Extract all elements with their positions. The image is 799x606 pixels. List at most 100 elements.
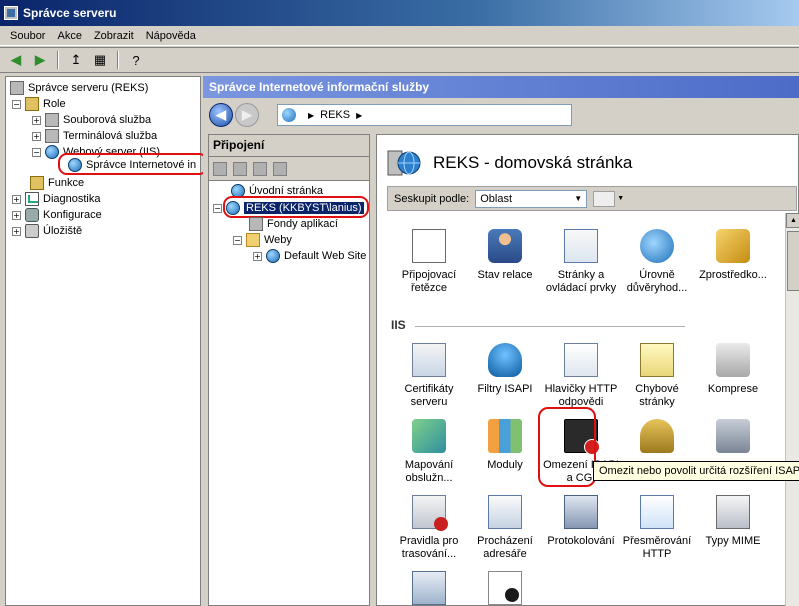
back-button[interactable]: ◀ <box>209 103 233 127</box>
website-icon <box>266 249 280 263</box>
breadcrumb-server[interactable]: REKS <box>320 109 350 121</box>
vertical-scrollbar[interactable]: ▲ <box>785 213 799 606</box>
section-divider <box>415 326 685 327</box>
toolbar: ◀ ▶ ↥ ▦ ? <box>0 47 799 73</box>
session-state-icon <box>488 229 522 263</box>
group-by-select[interactable]: Oblast ▼ <box>475 189 588 208</box>
forward-arrow-icon[interactable]: ▶ <box>30 50 50 70</box>
breadcrumb-arrow-icon[interactable]: ▶ <box>356 111 362 120</box>
tree-label: Fondy aplikací <box>267 218 338 230</box>
save-icon[interactable] <box>233 161 247 176</box>
dropdown-arrow-icon[interactable]: ▼ <box>617 195 624 202</box>
back-arrow-icon[interactable]: ◀ <box>6 50 26 70</box>
server-manager-tree: Správce serveru (REKS) − Role + Souborov… <box>5 76 208 606</box>
tree-item-terminal-service[interactable]: + Terminálová služba <box>32 128 157 144</box>
feature-output-caching[interactable] <box>467 571 543 606</box>
feature-label: Moduly <box>487 459 523 471</box>
feature-modules[interactable]: Moduly <box>467 419 543 472</box>
feature-label: Zprostředko... <box>699 269 767 281</box>
collapse-icon[interactable]: − <box>233 235 242 245</box>
expand-icon[interactable]: + <box>12 210 21 220</box>
feature-label: Komprese <box>707 383 759 395</box>
toolbar-separator <box>57 51 59 69</box>
menu-action[interactable]: Akce <box>51 28 87 44</box>
help-icon[interactable]: ? <box>126 50 146 70</box>
collapse-icon[interactable]: − <box>32 147 41 157</box>
group-by-bar: Seskupit podle: Oblast ▼ ▼ <box>387 186 797 211</box>
expand-icon[interactable]: + <box>12 226 21 236</box>
feature-default-document[interactable] <box>391 571 467 606</box>
feature-label: Stav relace <box>477 269 533 281</box>
disconnect-icon[interactable] <box>273 161 287 176</box>
scroll-thumb[interactable] <box>787 231 799 291</box>
tree-item-configuration[interactable]: + Konfigurace <box>12 207 102 223</box>
conn-item-sites[interactable]: − Weby <box>233 232 292 248</box>
conn-item-app-pools[interactable]: Fondy aplikací <box>249 216 338 232</box>
breadcrumb-arrow-icon[interactable]: ▶ <box>308 111 314 120</box>
feature-label: Přesměrování HTTP <box>622 535 692 560</box>
feature-handler-mappings[interactable]: Mapování obslužn... <box>391 419 467 485</box>
app-pool-icon <box>249 217 263 231</box>
feature-providers[interactable]: Zprostředko... <box>695 229 771 282</box>
feature-pages-controls[interactable]: Stránky a ovládací prvky <box>543 229 619 295</box>
up-folder-icon[interactable]: ↥ <box>66 50 86 70</box>
authentication-icon <box>716 419 750 453</box>
title-bar: Správce serveru <box>0 0 799 26</box>
menu-file[interactable]: Soubor <box>4 28 51 44</box>
tree-label: Úložiště <box>43 225 83 237</box>
collapse-icon[interactable]: − <box>213 203 222 213</box>
expand-icon[interactable]: + <box>32 131 41 141</box>
feature-logging[interactable]: Protokolování <box>543 495 619 548</box>
feature-http-response-headers[interactable]: Hlavičky HTTP odpovědi <box>543 343 619 409</box>
feature-label: Procházení adresáře <box>477 535 533 560</box>
directory-browsing-icon <box>488 495 522 529</box>
feature-isapi-filters[interactable]: Filtry ISAPI <box>467 343 543 396</box>
feature-trust-levels[interactable]: Úrovně důvěryhod... <box>619 229 695 295</box>
tree-item-storage[interactable]: + Úložiště <box>12 223 82 239</box>
menu-help[interactable]: Nápověda <box>140 28 202 44</box>
view-mode-button[interactable] <box>593 190 616 207</box>
feature-error-pages[interactable]: Chybové stránky <box>619 343 695 409</box>
feature-ssl-settings[interactable] <box>619 419 695 459</box>
http-headers-icon <box>564 343 598 377</box>
menu-view[interactable]: Zobrazit <box>88 28 140 44</box>
show-hide-tree-icon[interactable]: ▦ <box>90 50 110 70</box>
feature-session-state[interactable]: Stav relace <box>467 229 543 282</box>
scroll-up-icon[interactable]: ▲ <box>786 213 799 228</box>
up-icon[interactable] <box>253 161 267 176</box>
server-manager-icon <box>4 6 18 20</box>
expand-icon[interactable]: + <box>32 115 41 125</box>
feature-authentication[interactable] <box>695 419 771 459</box>
error-pages-icon <box>640 343 674 377</box>
tree-item-root[interactable]: Správce serveru (REKS) <box>10 80 148 96</box>
diagnostics-icon <box>25 192 39 206</box>
feature-compression[interactable]: Komprese <box>695 343 771 396</box>
feature-http-redirect[interactable]: Přesměrování HTTP <box>619 495 695 561</box>
connections-title: Připojení <box>209 135 369 157</box>
tree-item-file-service[interactable]: + Souborová služba <box>32 112 151 128</box>
connections-panel: Připojení Úvodní stránka − REKS (KKBYST\… <box>208 134 370 606</box>
forward-button[interactable]: ▶ <box>235 103 259 127</box>
connect-icon[interactable] <box>213 161 227 176</box>
feature-connection-strings[interactable]: Připojovací řetězce <box>391 229 467 295</box>
feature-server-certificates[interactable]: Certifikáty serveru <box>391 343 467 409</box>
tree-label: Konfigurace <box>43 209 102 221</box>
collapse-icon[interactable]: − <box>12 99 21 109</box>
feature-mime-types[interactable]: Typy MIME <box>695 495 771 548</box>
tree-label: Terminálová služba <box>63 130 158 142</box>
expand-icon[interactable]: + <box>12 194 21 204</box>
tree-item-roles[interactable]: − Role <box>12 96 66 112</box>
feature-failed-request-tracing[interactable]: Pravidla pro trasování... <box>391 495 467 561</box>
expand-icon[interactable]: + <box>253 251 262 261</box>
features-view: Připojovací řetězce Stav relace Stránky … <box>387 213 785 606</box>
address-box[interactable]: ▶ REKS ▶ <box>277 104 572 126</box>
certificate-icon <box>412 343 446 377</box>
tree-item-diagnostics[interactable]: + Diagnostika <box>12 191 100 207</box>
tree-item-features[interactable]: Funkce <box>30 175 84 191</box>
trust-levels-icon <box>640 229 674 263</box>
file-service-icon <box>45 113 59 127</box>
conn-item-default-site[interactable]: + Default Web Site <box>253 248 366 264</box>
feature-directory-browsing[interactable]: Procházení adresáře <box>467 495 543 561</box>
features-icon <box>30 176 44 190</box>
pages-controls-icon <box>564 229 598 263</box>
